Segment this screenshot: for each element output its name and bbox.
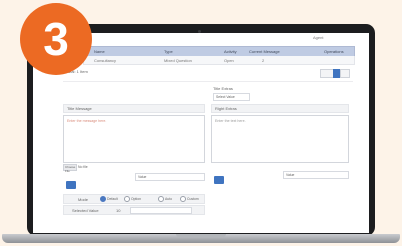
cell-current-message: 2: [262, 58, 265, 63]
left-section-bar: Title Message: [63, 104, 205, 113]
left-submit-button[interactable]: [66, 181, 76, 189]
cell-name: Consultancy: [94, 58, 117, 63]
right-title: Title Extras: [213, 86, 233, 91]
radio-option[interactable]: [124, 196, 130, 202]
bottom-row: Selected Value 10: [63, 205, 205, 215]
choose-file-button[interactable]: Choose File: [63, 164, 77, 173]
laptop-notch: [176, 234, 226, 237]
left-textarea[interactable]: Enter the message here.: [63, 115, 205, 163]
right-input-value: Value: [286, 173, 295, 177]
pager-prev[interactable]: [320, 69, 334, 78]
laptop-base: [2, 234, 400, 243]
screen: Agent Name Type Activity Current Message…: [33, 33, 369, 233]
step-badge: 3: [20, 3, 92, 75]
bottom-row-value: 10: [116, 208, 121, 213]
choose-file-label: Choose File: [65, 165, 76, 173]
col-type[interactable]: Type: [164, 49, 173, 54]
radio-row-label: Mode: [78, 197, 89, 202]
right-textarea[interactable]: Enter the text here.: [211, 115, 349, 163]
col-name[interactable]: Name: [94, 49, 105, 54]
right-section-title: Right Extras: [215, 106, 237, 111]
select-field[interactable]: Select Value: [213, 93, 250, 101]
radio-custom[interactable]: [180, 196, 186, 202]
left-textarea-placeholder: Enter the message here.: [67, 119, 107, 123]
right-input[interactable]: Value: [283, 171, 349, 179]
right-submit-button[interactable]: [214, 176, 224, 184]
col-activity[interactable]: Activity: [224, 49, 237, 54]
col-operations[interactable]: Operations: [324, 49, 344, 54]
table-row[interactable]: Consultancy Mixed Question Open 2: [83, 56, 355, 65]
right-textarea-placeholder: Enter the text here.: [215, 119, 246, 123]
radio-custom-label: Custom: [187, 197, 199, 201]
radio-option-label: Option: [131, 197, 141, 201]
divider: [63, 81, 353, 82]
right-section-bar: Right Extras: [211, 104, 349, 113]
col-current-message[interactable]: Current Message: [249, 49, 280, 54]
select-label: Select Value: [216, 95, 235, 99]
file-status: No file: [78, 165, 88, 169]
left-input[interactable]: Value: [135, 173, 205, 181]
bottom-row-input[interactable]: [130, 207, 192, 214]
radio-row: Mode Default Option Auto Custom: [63, 194, 205, 204]
radio-auto[interactable]: [158, 196, 164, 202]
pager-next[interactable]: [340, 69, 350, 78]
cell-type: Mixed Question: [164, 58, 192, 63]
radio-default-label: Default: [107, 197, 118, 201]
left-section-title: Title Message: [67, 106, 92, 111]
cell-activity: Open: [224, 58, 234, 63]
radio-auto-label: Auto: [165, 197, 172, 201]
bottom-row-label: Selected Value: [72, 208, 99, 213]
left-input-value: Value: [138, 175, 147, 179]
user-menu[interactable]: Agent: [313, 35, 323, 40]
radio-default[interactable]: [100, 196, 106, 202]
